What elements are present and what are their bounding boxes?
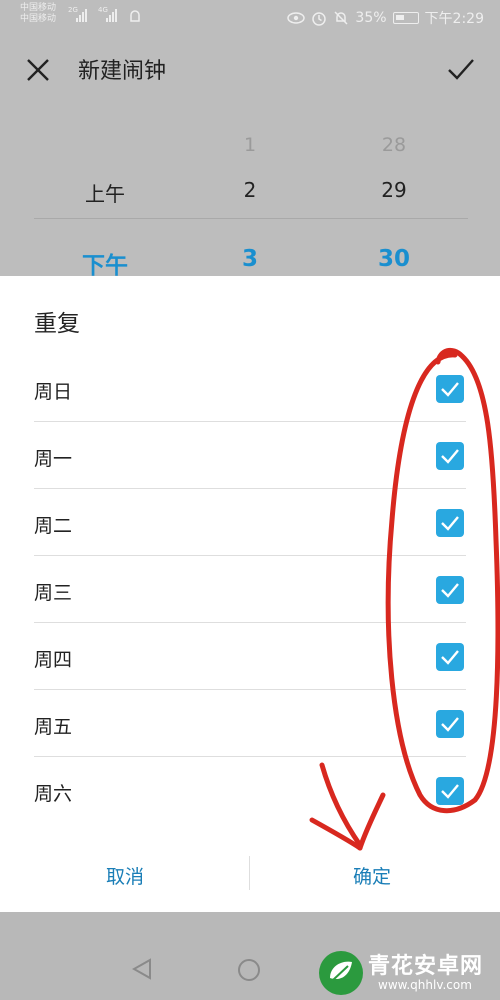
alarm-editor-backdrop: 中国移动 中国移动 2G 4G 35% 下午2:29 新建闹钟 上午 下午 1 … [0,0,500,279]
checkbox-checked-icon[interactable] [436,643,464,671]
minute-selected[interactable]: 30 [359,246,429,272]
carrier-1: 中国移动 [20,3,57,13]
day-row-saturday[interactable]: 周六 [34,757,466,824]
status-bar: 中国移动 中国移动 2G 4G 35% 下午2:29 [0,0,500,34]
day-label: 周四 [34,649,73,671]
battery-percent: 35% [355,10,387,26]
page-title: 新建闹钟 [78,59,167,84]
day-label: 周五 [34,716,73,738]
day-row-friday[interactable]: 周五 [34,690,466,757]
picker-divider [34,218,468,219]
day-row-tuesday[interactable]: 周二 [34,489,466,556]
checkbox-checked-icon[interactable] [436,777,464,805]
mute-icon [334,11,348,25]
signal-icon-2 [106,8,117,22]
signal-icon-1 [76,8,87,22]
day-label: 周一 [34,448,73,470]
carrier-2: 中国移动 [20,14,57,24]
battery-icon [392,12,419,24]
time-picker[interactable]: 上午 下午 1 2 3 28 29 30 [0,120,500,279]
period-selected[interactable]: 下午 [70,246,140,280]
day-label: 周二 [34,515,73,537]
cancel-button[interactable]: 取消 [0,862,250,889]
day-label: 周日 [34,381,73,403]
day-label: 周六 [34,783,73,805]
day-row-wednesday[interactable]: 周三 [34,556,466,623]
watermark-url: www.qhhlv.com [378,978,472,992]
back-icon[interactable] [132,958,152,980]
notification-icon [130,10,140,22]
period-prev[interactable]: 上午 [70,178,140,207]
day-row-sunday[interactable]: 周日 [34,355,466,422]
app-bar: 新建闹钟 [0,40,500,96]
hour-selected[interactable]: 3 [215,246,285,272]
hour-prev[interactable]: 2 [215,178,285,202]
day-row-monday[interactable]: 周一 [34,422,466,489]
alarm-clock-icon [312,12,327,26]
carrier-labels: 中国移动 中国移动 [20,3,56,25]
dialog-title: 重复 [34,311,80,337]
home-icon[interactable] [238,959,260,981]
watermark-name: 青花安卓网 [368,954,484,979]
leaf-logo-icon [319,951,363,995]
repeat-dialog: 重复 周日 周一 周二 周三 周四 周五 周六 取消 确定 [0,276,500,912]
hour-above[interactable]: 1 [215,134,285,156]
checkbox-checked-icon[interactable] [436,375,464,403]
watermark-logo: 青花安卓网 www.qhhlv.com [316,948,500,998]
eye-comfort-icon [287,12,306,24]
confirm-button[interactable]: 确定 [250,862,494,889]
checkbox-checked-icon[interactable] [436,509,464,537]
checkbox-checked-icon[interactable] [436,576,464,604]
dialog-actions: 取消 确定 [0,844,500,904]
checkbox-checked-icon[interactable] [436,442,464,470]
status-right-group: 35% 下午2:29 [287,8,484,28]
minute-above[interactable]: 28 [359,134,429,156]
day-row-thursday[interactable]: 周四 [34,623,466,690]
checkbox-checked-icon[interactable] [436,710,464,738]
day-label: 周三 [34,582,73,604]
confirm-check-icon[interactable] [446,54,476,84]
close-icon[interactable] [24,56,52,84]
minute-prev[interactable]: 29 [359,178,429,202]
clock-time: 下午2:29 [424,11,484,27]
